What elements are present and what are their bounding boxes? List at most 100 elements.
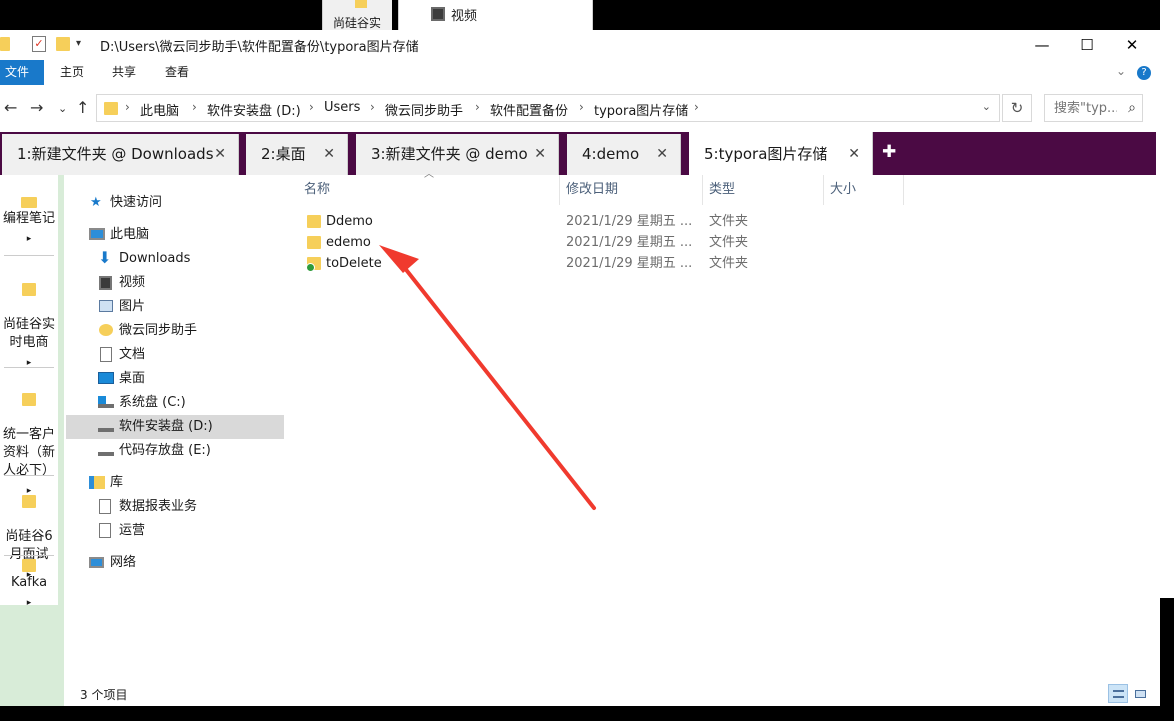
close-button[interactable]: ✕ xyxy=(1109,30,1155,60)
system-drive-icon xyxy=(98,396,114,408)
nav-drive-e[interactable]: 代码存放盘 (E:) xyxy=(66,439,284,463)
chevron-right-icon[interactable]: › xyxy=(309,100,314,114)
address-input[interactable]: › 此电脑 › 软件安装盘 (D:) › Users › 微云同步助手 › 软件… xyxy=(96,94,1000,122)
file-row[interactable]: toDelete 2021/1/29 星期五 ... 文件夹 xyxy=(286,253,1160,274)
chevron-right-icon[interactable]: ▸ xyxy=(0,354,58,372)
tab-typora-images[interactable]: 5:typora图片存储 ✕ xyxy=(689,132,873,175)
recent-locations-button[interactable]: ⌄ xyxy=(58,102,67,115)
nav-this-pc[interactable]: 此电脑 xyxy=(66,223,284,247)
nav-library[interactable]: 库 xyxy=(66,471,284,495)
folder-icon xyxy=(355,0,367,8)
file-row[interactable]: Ddemo 2021/1/29 星期五 ... 文件夹 xyxy=(286,211,1160,232)
help-icon[interactable]: ? xyxy=(1137,66,1151,80)
breadcrumb-users[interactable]: Users xyxy=(324,100,360,115)
column-header-type[interactable]: 类型 xyxy=(691,175,824,205)
tab-label: 5:typora图片存储 xyxy=(704,145,828,163)
background-tab-label: 视频 xyxy=(451,9,478,24)
maximize-button[interactable]: ☐ xyxy=(1064,30,1110,60)
background-window-tab[interactable]: 尚硅谷实 xyxy=(322,0,392,30)
nav-downloads[interactable]: ⬇ Downloads xyxy=(66,247,284,271)
chevron-right-icon[interactable]: ▸ xyxy=(0,230,58,248)
drive-icon xyxy=(98,420,114,432)
explorer-window: ✓ ▾ D:\Users\微云同步助手\软件配置备份\typora图片存储 — … xyxy=(0,30,1160,706)
column-header-name[interactable]: 名称 xyxy=(286,175,560,205)
search-icon[interactable]: ⌕ xyxy=(1128,100,1136,116)
breadcrumb-drive-d[interactable]: 软件安装盘 (D:) xyxy=(207,100,301,119)
tab-label: 1:新建文件夹 @ Downloads xyxy=(17,145,214,163)
close-tab-icon[interactable]: ✕ xyxy=(323,134,335,175)
ribbon-tab-file[interactable]: 文件 xyxy=(0,60,44,85)
ribbon-tab-view[interactable]: 查看 xyxy=(155,60,199,85)
chevron-right-icon[interactable]: › xyxy=(579,100,584,114)
chevron-right-icon[interactable]: › xyxy=(475,100,480,114)
desktop-icon xyxy=(98,372,114,384)
column-header-size[interactable]: 大小 xyxy=(812,175,904,205)
chevron-right-icon[interactable]: ▸ xyxy=(0,594,58,612)
navigation-pane: ★ 快速访问 此电脑 ⬇ Downloads 视频 图片 微云同步助手 文档 桌… xyxy=(66,175,286,680)
search-input[interactable] xyxy=(1045,95,1117,121)
nav-drive-d[interactable]: 软件安装盘 (D:) xyxy=(66,415,284,439)
minimize-button[interactable]: — xyxy=(1019,30,1065,60)
details-view-button[interactable] xyxy=(1108,684,1128,703)
file-modified: 2021/1/29 星期五 ... xyxy=(566,235,693,250)
breadcrumb-typora-images[interactable]: typora图片存储 xyxy=(594,100,688,119)
file-type: 文件夹 xyxy=(709,214,749,229)
nav-label: 数据报表业务 xyxy=(119,499,198,514)
nav-weiyun[interactable]: 微云同步助手 xyxy=(66,319,284,343)
nav-documents[interactable]: 文档 xyxy=(66,343,284,367)
nav-label: 库 xyxy=(110,475,124,490)
nav-label: 系统盘 (C:) xyxy=(119,395,186,410)
refresh-button[interactable]: ↻ xyxy=(1002,94,1032,122)
customize-quick-access-icon[interactable]: ▾ xyxy=(76,38,81,49)
nav-network[interactable]: 网络 xyxy=(66,551,284,575)
ribbon-tab-home[interactable]: 主页 xyxy=(50,60,94,85)
close-tab-icon[interactable]: ✕ xyxy=(214,134,226,175)
download-arrow-icon: ⬇ xyxy=(98,248,112,267)
close-tab-icon[interactable]: ✕ xyxy=(848,132,860,177)
file-name: toDelete xyxy=(326,256,382,271)
tab-demo-folder[interactable]: 3:新建文件夹 @ demo ✕ xyxy=(356,134,559,175)
picture-icon xyxy=(99,300,113,312)
close-tab-icon[interactable]: ✕ xyxy=(656,134,668,175)
large-icons-view-button[interactable] xyxy=(1130,684,1150,703)
back-button[interactable]: ← xyxy=(4,98,17,117)
tab-demo[interactable]: 4:demo ✕ xyxy=(567,134,681,175)
tab-downloads-folder[interactable]: 1:新建文件夹 @ Downloads ✕ xyxy=(2,134,239,175)
up-button[interactable]: ↑ xyxy=(76,98,89,117)
breadcrumb-config-backup[interactable]: 软件配置备份 xyxy=(490,100,568,119)
chevron-right-icon[interactable]: › xyxy=(694,100,699,114)
new-folder-icon[interactable] xyxy=(56,37,70,51)
bookmark-item[interactable]: 编程笔记 ▸ xyxy=(0,197,58,248)
nav-videos[interactable]: 视频 xyxy=(66,271,284,295)
bookmark-item[interactable]: 尚硅谷实 时电商 ▸ xyxy=(0,265,58,390)
nav-library-ops[interactable]: 运营 xyxy=(66,519,284,543)
chevron-right-icon[interactable]: › xyxy=(192,100,197,114)
bookmark-item[interactable]: Kafka ▸ xyxy=(0,559,58,612)
nav-library-reports[interactable]: 数据报表业务 xyxy=(66,495,284,519)
expand-ribbon-icon[interactable]: ⌄ xyxy=(1116,64,1126,78)
nav-drive-c[interactable]: 系统盘 (C:) xyxy=(66,391,284,415)
ribbon-tab-share[interactable]: 共享 xyxy=(102,60,146,85)
file-type: 文件夹 xyxy=(709,235,749,250)
add-tab-icon[interactable]: ✚ xyxy=(882,142,896,162)
close-tab-icon[interactable]: ✕ xyxy=(534,134,546,175)
nav-desktop[interactable]: 桌面 xyxy=(66,367,284,391)
nav-label: 桌面 xyxy=(119,371,146,386)
address-dropdown-icon[interactable]: ⌄ xyxy=(982,100,991,113)
sync-check-icon xyxy=(306,263,315,272)
properties-icon[interactable]: ✓ xyxy=(32,36,46,52)
search-box[interactable]: ⌕ xyxy=(1044,94,1143,122)
nav-quick-access[interactable]: ★ 快速访问 xyxy=(66,191,284,215)
folder-icon xyxy=(22,393,36,406)
document-icon xyxy=(99,499,111,514)
nav-pictures[interactable]: 图片 xyxy=(66,295,284,319)
breadcrumb-weiyun[interactable]: 微云同步助手 xyxy=(385,100,463,119)
file-row[interactable]: edemo 2021/1/29 星期五 ... 文件夹 xyxy=(286,232,1160,253)
background-tab-label: 尚硅谷实 xyxy=(333,16,382,30)
column-header-modified[interactable]: 修改日期 xyxy=(548,175,703,205)
chevron-right-icon[interactable]: › xyxy=(370,100,375,114)
breadcrumb-this-pc[interactable]: 此电脑 xyxy=(140,100,179,119)
background-window-tab[interactable]: 视频 xyxy=(398,0,593,30)
forward-button[interactable]: → xyxy=(30,98,43,117)
tab-desktop[interactable]: 2:桌面 ✕ xyxy=(246,134,348,175)
